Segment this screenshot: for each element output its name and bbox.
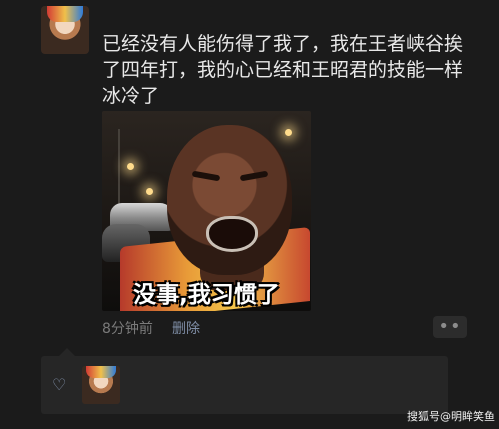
post-image[interactable]: 没事,我习惯了: [102, 111, 311, 311]
watermark: 搜狐号@明眸笑鱼: [407, 410, 495, 423]
open-mouth: [206, 216, 258, 252]
more-options-button[interactable]: ••: [433, 316, 467, 338]
street-light: [127, 163, 134, 170]
street-light: [146, 188, 153, 195]
heart-icon: ♡: [52, 375, 67, 394]
image-caption: 没事,我习惯了: [133, 282, 280, 308]
delete-link[interactable]: 删除: [172, 318, 200, 338]
poster-avatar[interactable]: [41, 6, 89, 54]
post-time: 8分钟前: [102, 321, 153, 337]
liker-avatar[interactable]: [82, 366, 120, 404]
street-light: [285, 129, 292, 136]
likes-panel: ♡: [41, 348, 448, 414]
more-dots-icon: ••: [438, 316, 462, 337]
crying-face: [167, 125, 292, 275]
post-text: 已经没有人能伤得了我了，我在王者峡谷挨 了四年打，我的心已经和王昭君的技能一样 …: [102, 33, 464, 107]
street-pole: [118, 129, 120, 211]
